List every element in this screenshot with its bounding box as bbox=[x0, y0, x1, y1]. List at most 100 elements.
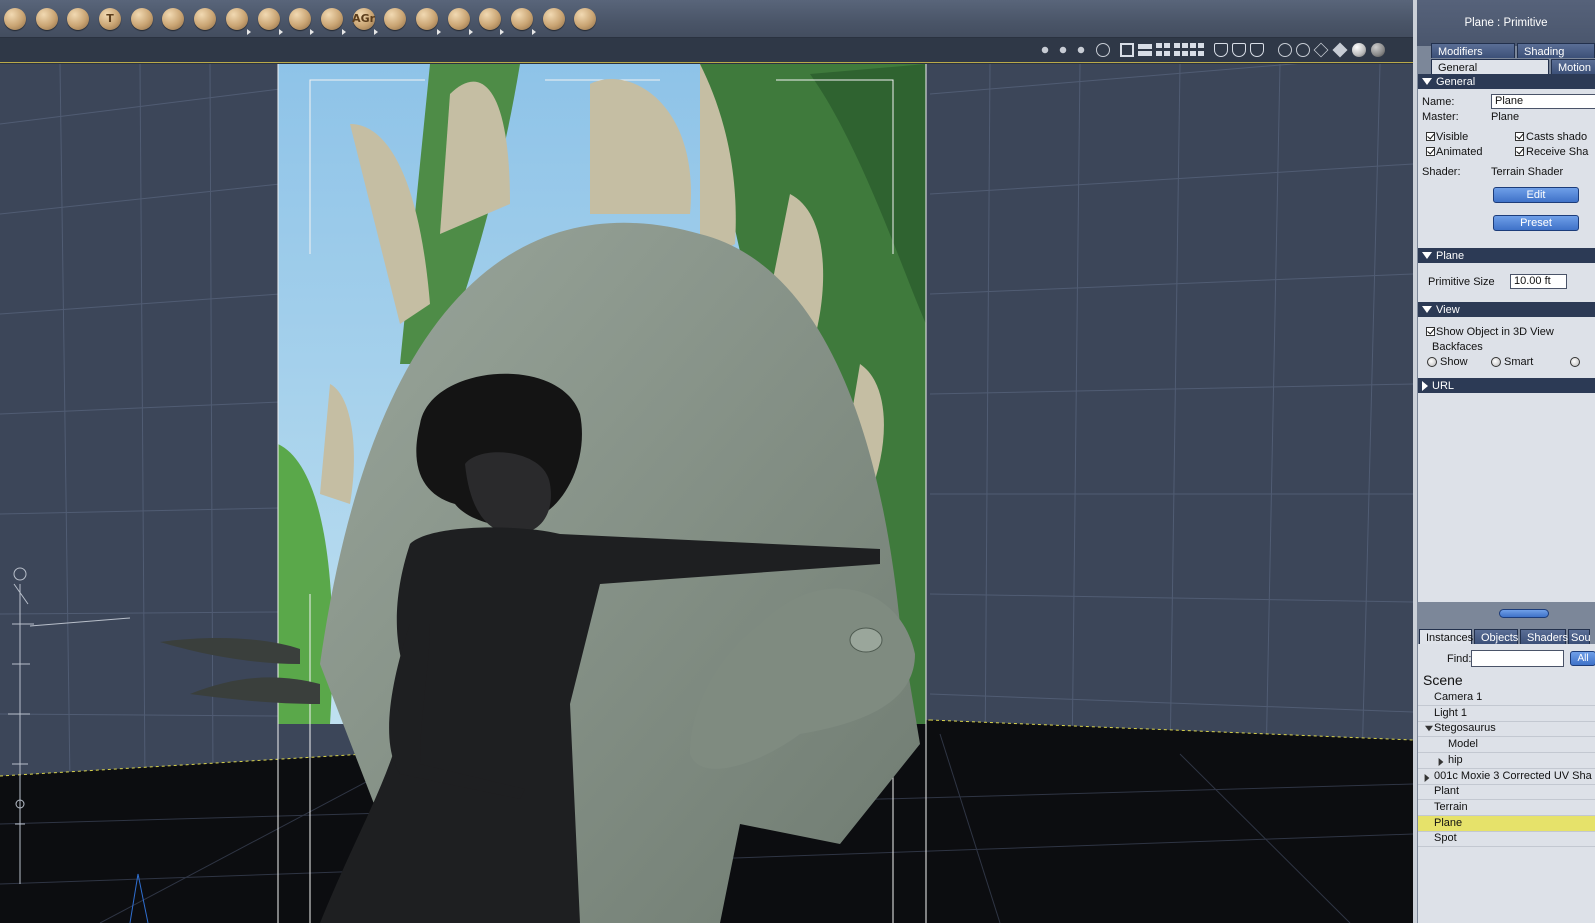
panel-splitter-handle[interactable] bbox=[1499, 609, 1549, 618]
walk-icon[interactable] bbox=[1074, 43, 1088, 57]
section-view-header[interactable]: View bbox=[1418, 302, 1595, 317]
animated-checkbox[interactable] bbox=[1426, 147, 1435, 156]
cloud-icon bbox=[225, 7, 248, 30]
shader-value: Terrain Shader bbox=[1491, 166, 1564, 178]
tree-item-plane[interactable]: Plane bbox=[1418, 815, 1595, 832]
tab-motion[interactable]: Motion bbox=[1551, 59, 1595, 74]
name-label: Name: bbox=[1422, 96, 1455, 108]
rock-tool-button[interactable] bbox=[287, 6, 315, 35]
expand-triangle-icon[interactable] bbox=[1424, 773, 1430, 782]
tab-modifiers[interactable]: Modifiers bbox=[1431, 43, 1515, 58]
dotted-sphere-icon[interactable] bbox=[1296, 43, 1310, 57]
primitive-size-label: Primitive Size bbox=[1428, 276, 1495, 288]
agr-tool-button[interactable]: AGr bbox=[351, 6, 378, 35]
plant-tool-button[interactable] bbox=[192, 6, 218, 32]
tree-item-stegosaurus[interactable]: Stegosaurus bbox=[1418, 721, 1595, 738]
tree-item-model[interactable]: Model bbox=[1418, 737, 1595, 754]
tree-item-spot[interactable]: Spot bbox=[1418, 831, 1595, 848]
primitive-size-field[interactable]: 10.00 ft bbox=[1510, 274, 1567, 289]
layout-view-icon[interactable] bbox=[1190, 43, 1204, 57]
tree-tool-button[interactable] bbox=[509, 6, 536, 35]
submenu-arrow-icon bbox=[500, 28, 505, 35]
flame-icon bbox=[257, 7, 280, 30]
visible-checkbox[interactable] bbox=[1426, 132, 1435, 141]
submenu-arrow-icon bbox=[532, 28, 536, 35]
tree-icon bbox=[511, 7, 533, 30]
render-icon[interactable] bbox=[1096, 43, 1110, 57]
casts-shadows-label: Casts shado bbox=[1526, 131, 1588, 143]
top-tabs: Modifiers Shading E bbox=[1431, 43, 1595, 58]
texture-shade-icon[interactable] bbox=[1371, 43, 1385, 57]
section-view-label: View bbox=[1436, 303, 1460, 316]
show-in-3d-checkbox[interactable] bbox=[1426, 327, 1435, 336]
bug-tool-button[interactable] bbox=[477, 6, 505, 35]
move-icon bbox=[35, 7, 58, 30]
tree-item-camera-1[interactable]: Camera 1 bbox=[1418, 690, 1595, 706]
tab-shaders[interactable]: Shaders bbox=[1520, 629, 1568, 644]
cloud-tool-button[interactable] bbox=[224, 6, 251, 35]
animated-label: Animated bbox=[1436, 146, 1483, 158]
flat-shade-icon[interactable] bbox=[1250, 43, 1264, 57]
globe-icon bbox=[4, 7, 26, 30]
find-all-button[interactable]: All bbox=[1570, 651, 1595, 666]
tab-sounds[interactable]: Sou bbox=[1568, 629, 1591, 644]
hammer-tool-button[interactable] bbox=[446, 6, 473, 35]
tree-item-label: Plant bbox=[1434, 785, 1460, 798]
tree-item-hip[interactable]: hip bbox=[1418, 753, 1595, 769]
move-tool-button[interactable] bbox=[34, 6, 60, 32]
text-tool-button[interactable]: T bbox=[97, 6, 123, 32]
preset-button[interactable]: Preset bbox=[1493, 215, 1579, 231]
flame-tool-button[interactable] bbox=[256, 6, 283, 35]
section-url-header[interactable]: URL bbox=[1418, 378, 1595, 393]
receive-shadows-label: Receive Sha bbox=[1526, 146, 1589, 158]
backfaces-show-radio[interactable] bbox=[1427, 357, 1437, 367]
rotate-icon bbox=[67, 7, 90, 30]
collapse-triangle-icon bbox=[1422, 78, 1432, 85]
wrench-tool-button[interactable] bbox=[572, 6, 598, 32]
backfaces-hide-radio[interactable] bbox=[1570, 357, 1580, 367]
tab-general[interactable]: General bbox=[1431, 59, 1549, 74]
expand-triangle-icon[interactable] bbox=[1438, 757, 1444, 766]
master-label: Master: bbox=[1422, 111, 1459, 123]
hand-tool-button[interactable] bbox=[414, 6, 441, 35]
tree-item-plant[interactable]: Plant bbox=[1418, 784, 1595, 801]
name-field[interactable]: Plane bbox=[1491, 94, 1595, 109]
tree-item-light-1[interactable]: Light 1 bbox=[1418, 706, 1595, 722]
camera-small-icon[interactable] bbox=[1038, 43, 1052, 57]
collapse-triangle-icon[interactable] bbox=[1425, 726, 1433, 732]
solid-cube-icon[interactable] bbox=[1332, 42, 1348, 58]
water-tool-button[interactable] bbox=[319, 6, 346, 35]
tab-objects[interactable]: Objects bbox=[1474, 629, 1518, 644]
section-plane-header[interactable]: Plane bbox=[1418, 248, 1595, 263]
bowl-tool-button[interactable] bbox=[382, 6, 408, 32]
two-view-icon[interactable] bbox=[1138, 43, 1152, 57]
smooth-shade-icon[interactable] bbox=[1352, 43, 1366, 57]
tree-item-moxie-shader[interactable]: 001c Moxie 3 Corrected UV Sha bbox=[1418, 769, 1595, 785]
rotate-tool-button[interactable] bbox=[65, 6, 91, 32]
gear-tool-button[interactable] bbox=[129, 6, 155, 32]
section-general-header[interactable]: General bbox=[1418, 74, 1595, 89]
terrain-tool-button[interactable] bbox=[160, 6, 186, 32]
three-view-icon[interactable] bbox=[1156, 43, 1170, 57]
bug-icon bbox=[479, 7, 502, 30]
wire-sphere-icon[interactable] bbox=[1278, 43, 1292, 57]
scene-render[interactable] bbox=[0, 64, 1413, 923]
single-view-icon[interactable] bbox=[1120, 43, 1134, 57]
find-input[interactable] bbox=[1471, 650, 1564, 667]
bounding-box-icon[interactable] bbox=[1214, 43, 1228, 57]
backfaces-smart-radio[interactable] bbox=[1491, 357, 1501, 367]
tab-shading[interactable]: Shading bbox=[1517, 43, 1595, 58]
expand-triangle-icon bbox=[1422, 380, 1428, 391]
light-small-icon[interactable] bbox=[1056, 43, 1070, 57]
tab-instances[interactable]: Instances bbox=[1419, 629, 1473, 644]
globe-tool-button[interactable] bbox=[2, 6, 28, 32]
wire-cube-icon[interactable] bbox=[1313, 42, 1329, 58]
wireframe-icon[interactable] bbox=[1232, 43, 1246, 57]
edit-shader-button[interactable]: Edit bbox=[1493, 187, 1579, 203]
receive-shadows-checkbox[interactable] bbox=[1515, 147, 1524, 156]
four-view-icon[interactable] bbox=[1174, 43, 1188, 57]
target-tool-button[interactable] bbox=[541, 6, 567, 32]
3d-viewport[interactable] bbox=[0, 64, 1413, 923]
tree-item-terrain[interactable]: Terrain bbox=[1418, 800, 1595, 816]
casts-shadows-checkbox[interactable] bbox=[1515, 132, 1524, 141]
